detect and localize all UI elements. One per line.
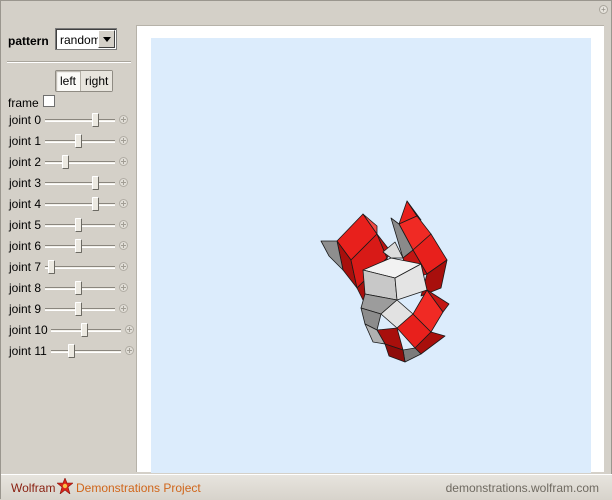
joint-slider-row: joint 9 xyxy=(1,300,136,320)
frame-label: frame xyxy=(8,96,39,110)
joint-slider-thumb[interactable] xyxy=(81,323,88,337)
joint-slider-thumb[interactable] xyxy=(48,260,55,274)
side-toggle: left right xyxy=(55,70,114,92)
expand-icon[interactable] xyxy=(125,325,134,334)
app-window: + pattern random left right frame joint … xyxy=(0,0,612,500)
chevron-down-icon[interactable] xyxy=(98,30,115,48)
joint-slider-row: joint 1 xyxy=(1,132,136,152)
joint-slider-row: joint 10 xyxy=(1,321,136,341)
pattern-label: pattern xyxy=(8,34,49,48)
joint-slider-row: joint 3 xyxy=(1,174,136,194)
graphics-pane xyxy=(136,25,604,473)
joint-slider-track[interactable] xyxy=(45,266,115,269)
footer: Wolfram Demonstrations Project demonstra… xyxy=(1,474,612,500)
brand-wolfram[interactable]: Wolfram xyxy=(11,481,55,495)
joint-slider-track[interactable] xyxy=(51,350,121,353)
wolfram-spikey-icon xyxy=(57,478,73,494)
pattern-select[interactable]: random xyxy=(55,28,117,50)
joint-slider-thumb[interactable] xyxy=(62,155,69,169)
joint-label: joint 0 xyxy=(9,113,42,127)
expand-icon[interactable] xyxy=(119,262,128,271)
joint-slider-thumb[interactable] xyxy=(92,176,99,190)
expand-icon[interactable] xyxy=(119,136,128,145)
brand-demonstrations-project[interactable]: Demonstrations Project xyxy=(76,481,201,495)
joint-label: joint 5 xyxy=(9,218,42,232)
joint-slider-row: joint 8 xyxy=(1,279,136,299)
expand-icon[interactable] xyxy=(119,199,128,208)
expand-icon[interactable]: + xyxy=(599,5,608,14)
joint-label: joint 10 xyxy=(9,323,48,337)
joint-label: joint 1 xyxy=(9,134,42,148)
expand-icon[interactable] xyxy=(125,346,134,355)
expand-icon[interactable] xyxy=(119,220,128,229)
pattern-select-value: random xyxy=(60,33,101,47)
joint-label: joint 9 xyxy=(9,302,42,316)
joint-label: joint 6 xyxy=(9,239,42,253)
joint-label: joint 11 xyxy=(9,344,47,358)
panel-divider xyxy=(7,61,131,63)
expand-icon[interactable] xyxy=(119,283,128,292)
joint-slider-thumb[interactable] xyxy=(75,239,82,253)
expand-icon[interactable] xyxy=(119,157,128,166)
joint-slider-thumb[interactable] xyxy=(75,218,82,232)
joint-slider-thumb[interactable] xyxy=(92,197,99,211)
joint-slider-row: joint 11 xyxy=(1,342,136,362)
joint-slider-thumb[interactable] xyxy=(75,134,82,148)
polyhedra-graphic[interactable] xyxy=(151,38,591,473)
joint-slider-thumb[interactable] xyxy=(75,281,82,295)
joint-label: joint 8 xyxy=(9,281,42,295)
expand-icon[interactable] xyxy=(119,115,128,124)
joint-slider-row: joint 7 xyxy=(1,258,136,278)
joint-slider-row: joint 5 xyxy=(1,216,136,236)
joint-label: joint 2 xyxy=(9,155,42,169)
joint-slider-row: joint 6 xyxy=(1,237,136,257)
joint-slider-thumb[interactable] xyxy=(75,302,82,316)
footer-url[interactable]: demonstrations.wolfram.com xyxy=(446,481,599,495)
expand-icon[interactable] xyxy=(119,304,128,313)
joint-slider-track[interactable] xyxy=(45,182,115,185)
joint-slider-track[interactable] xyxy=(45,203,115,206)
joint-slider-thumb[interactable] xyxy=(92,113,99,127)
side-right-button[interactable]: right xyxy=(81,71,113,91)
frame-checkbox[interactable] xyxy=(43,95,55,107)
joint-slider-thumb[interactable] xyxy=(68,344,75,358)
side-left-button[interactable]: left xyxy=(56,71,82,91)
joint-label: joint 4 xyxy=(9,197,42,211)
joint-slider-row: joint 2 xyxy=(1,153,136,173)
expand-icon[interactable] xyxy=(119,241,128,250)
expand-icon[interactable] xyxy=(119,178,128,187)
joint-label: joint 7 xyxy=(9,260,42,274)
control-panel: pattern random left right frame joint 0 j… xyxy=(1,1,136,471)
joint-slider-row: joint 0 xyxy=(1,111,136,131)
joint-slider-row: joint 4 xyxy=(1,195,136,215)
joint-slider-track[interactable] xyxy=(45,119,115,122)
plot-area[interactable] xyxy=(151,38,591,473)
joint-slider-track[interactable] xyxy=(45,161,115,164)
joint-label: joint 3 xyxy=(9,176,42,190)
